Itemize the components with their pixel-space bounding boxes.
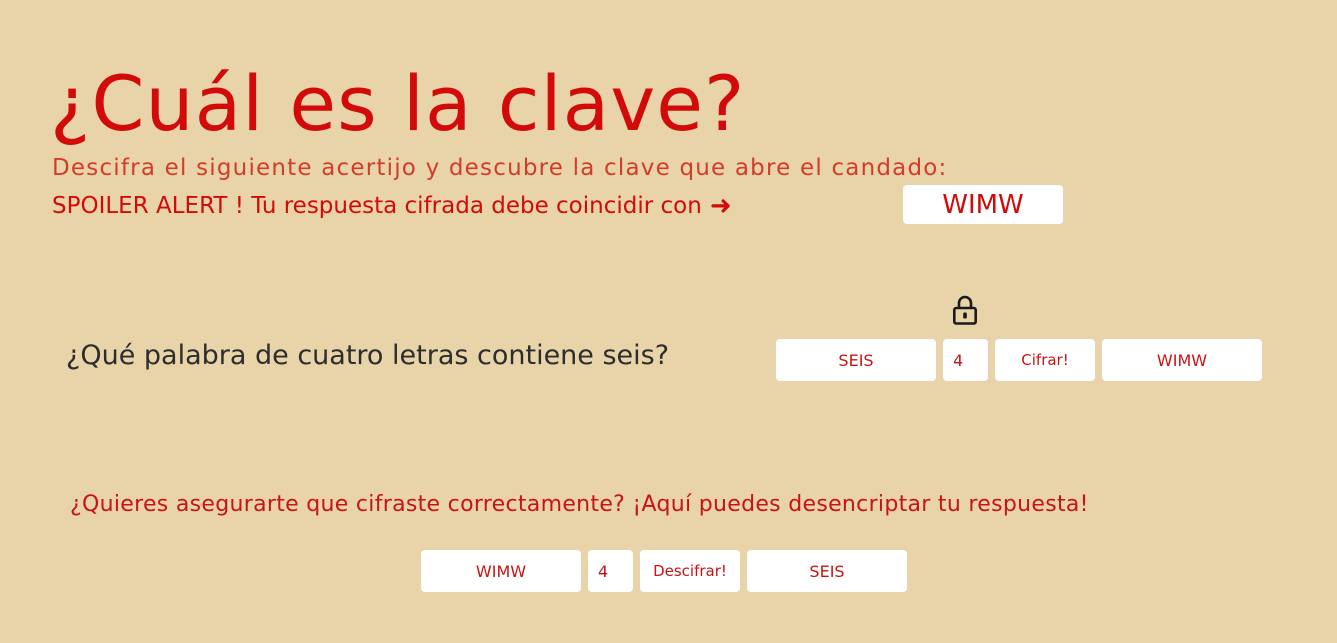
decrypt-word-input[interactable]: WIMW bbox=[421, 550, 581, 592]
decrypt-shift-input[interactable]: 4 bbox=[588, 550, 633, 592]
shift-input[interactable]: 4 bbox=[943, 339, 988, 381]
spoiler-alert: SPOILER ALERT ! Tu respuesta cifrada deb… bbox=[52, 191, 732, 221]
lock-icon bbox=[952, 295, 977, 325]
spoiler-value-box: WIMW bbox=[903, 185, 1063, 224]
decrypted-result: SEIS bbox=[747, 550, 907, 592]
word-input[interactable]: SEIS bbox=[776, 339, 936, 381]
decrypt-prompt: ¿Quieres asegurarte que cifraste correct… bbox=[70, 492, 1089, 517]
arrow-right-icon: ➜ bbox=[709, 191, 732, 221]
encrypt-button[interactable]: Cifrar! bbox=[995, 339, 1095, 381]
encrypted-result: WIMW bbox=[1102, 339, 1262, 381]
page-title: ¿Cuál es la clave? bbox=[50, 59, 746, 148]
riddle-question: ¿Qué palabra de cuatro letras contiene s… bbox=[66, 340, 670, 371]
spoiler-text: SPOILER ALERT ! Tu respuesta cifrada deb… bbox=[52, 193, 702, 219]
decrypt-button[interactable]: Descifrar! bbox=[640, 550, 740, 592]
instructions-text: Descifra el siguiente acertijo y descubr… bbox=[52, 155, 948, 181]
